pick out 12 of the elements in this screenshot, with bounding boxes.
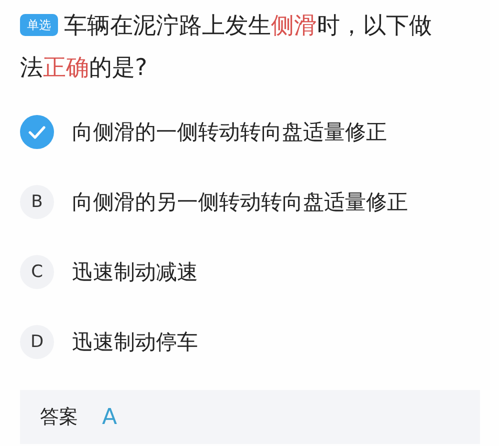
- answer-option[interactable]: 向侧滑的一侧转动转向盘适量修正: [20, 113, 479, 151]
- answer-option[interactable]: C 迅速制动减速: [20, 253, 479, 291]
- checkmark-icon: [20, 115, 54, 149]
- answer-option[interactable]: D 迅速制动停车: [20, 323, 479, 361]
- single-choice-tag: 单选: [20, 14, 58, 36]
- question-text: 单选 车辆在泥泞路上发生侧滑时，以下做法正确的是?: [20, 12, 433, 83]
- answer-value: A: [102, 404, 118, 430]
- option-letter: D: [20, 325, 54, 359]
- answer-option[interactable]: B 向侧滑的另一侧转动转向盘适量修正: [20, 183, 479, 221]
- option-letter: C: [20, 255, 54, 289]
- answer-label: 答案: [40, 405, 78, 430]
- option-letter: B: [20, 185, 54, 219]
